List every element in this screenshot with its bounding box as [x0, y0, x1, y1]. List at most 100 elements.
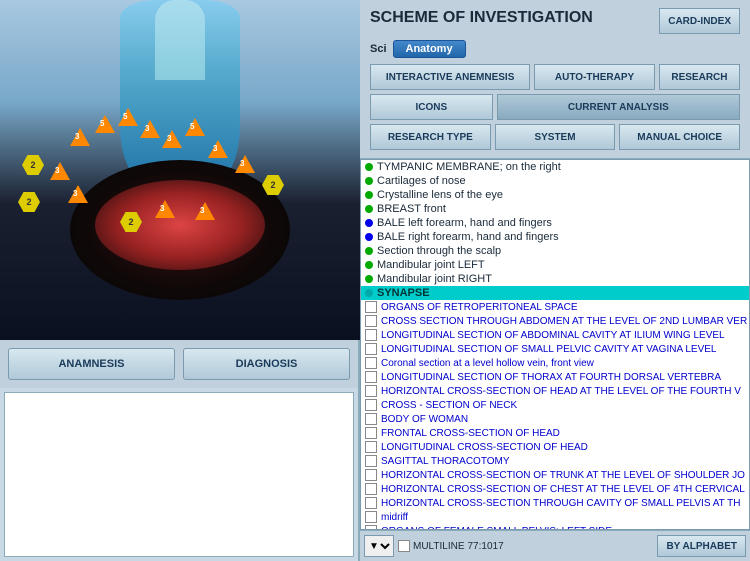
- items-list[interactable]: TYMPANIC MEMBRANE; on the right Cartilag…: [360, 159, 750, 530]
- marker-tri-1: 3: [70, 128, 90, 146]
- list-item[interactable]: Coronal section at a level hollow vein, …: [361, 356, 749, 370]
- alphabet-button[interactable]: BY ALPHABET: [657, 535, 746, 557]
- checkbox[interactable]: [365, 399, 377, 411]
- hex-badge: 2: [120, 212, 142, 232]
- dot-green-icon: [365, 261, 373, 269]
- marker-tri-11: 3: [155, 200, 175, 218]
- marker-tri-7: 3: [208, 140, 228, 158]
- anatomy-image: 2 2 3 5 5 3: [0, 0, 360, 340]
- multiline-label: MULTILINE 77:1017: [398, 540, 504, 552]
- checkbox[interactable]: [365, 301, 377, 313]
- dot-blue-icon: [365, 219, 373, 227]
- checkbox[interactable]: [365, 315, 377, 327]
- dot-blue-icon: [365, 233, 373, 241]
- list-item[interactable]: LONGITUDINAL SECTION OF SMALL PELVIC CAV…: [361, 342, 749, 356]
- list-item[interactable]: Mandibular joint LEFT: [361, 258, 749, 272]
- list-item[interactable]: HORIZONTAL CROSS-SECTION OF HEAD AT THE …: [361, 384, 749, 398]
- icons-button[interactable]: ICONS: [370, 94, 493, 120]
- card-index-button[interactable]: CARD-INDEX: [659, 8, 740, 34]
- list-item[interactable]: Section through the scalp: [361, 244, 749, 258]
- current-analysis-button[interactable]: CURRENT ANALYSIS: [497, 94, 740, 120]
- scheme-title: SCHEME OF INVESTIGATION: [370, 9, 593, 27]
- marker-tri-3: 5: [118, 108, 138, 126]
- checkbox[interactable]: [365, 469, 377, 481]
- search-label: Sci: [370, 43, 387, 55]
- list-item[interactable]: LONGITUDINAL SECTION OF ABDOMINAL CAVITY…: [361, 328, 749, 342]
- marker-hex-1: 2: [22, 155, 44, 175]
- marker-hex-4: 2: [120, 212, 142, 232]
- marker-hex-3: 2: [262, 175, 284, 195]
- anamnesis-button[interactable]: ANAMNESIS: [8, 348, 175, 380]
- list-item[interactable]: Cartilages of nose: [361, 174, 749, 188]
- list-item[interactable]: ORGANS OF RETROPERITONEAL SPACE: [361, 300, 749, 314]
- checkbox[interactable]: [365, 511, 377, 523]
- list-item[interactable]: TYMPANIC MEMBRANE; on the right: [361, 160, 749, 174]
- anatomy-button[interactable]: Anatomy: [393, 40, 466, 58]
- marker-tri-6: 5: [185, 118, 205, 136]
- research-button[interactable]: RESEARCH: [659, 64, 740, 90]
- manual-choice-button[interactable]: MANUAL CHOICE: [619, 124, 740, 150]
- list-item-synapse[interactable]: SYNAPSE: [361, 286, 749, 300]
- btn-row-1: INTERACTIVE ANEMNESIS AUTO-THERAPY RESEA…: [370, 64, 740, 90]
- auto-therapy-button[interactable]: AUTO-THERAPY: [534, 64, 655, 90]
- dot-green-icon: [365, 177, 373, 185]
- checkbox[interactable]: [365, 329, 377, 341]
- right-header: SCHEME OF INVESTIGATION CARD-INDEX Sci A…: [360, 0, 750, 159]
- checkbox[interactable]: [365, 413, 377, 425]
- marker-tri-10: 3: [68, 185, 88, 203]
- marker-tri-5: 3: [162, 130, 182, 148]
- list-item[interactable]: HORIZONTAL CROSS-SECTION OF CHEST AT THE…: [361, 482, 749, 496]
- page-select[interactable]: ▼: [364, 535, 394, 557]
- list-item[interactable]: HORIZONTAL CROSS-SECTION OF TRUNK AT THE…: [361, 468, 749, 482]
- list-item[interactable]: CROSS SECTION THROUGH ABDOMEN AT THE LEV…: [361, 314, 749, 328]
- btn-row-2: ICONS CURRENT ANALYSIS: [370, 94, 740, 120]
- interactive-anemnesis-button[interactable]: INTERACTIVE ANEMNESIS: [370, 64, 530, 90]
- marker-tri-12: 3: [195, 202, 215, 220]
- checkbox[interactable]: [365, 343, 377, 355]
- dot-cyan-icon: [365, 289, 373, 297]
- system-button[interactable]: SYSTEM: [495, 124, 616, 150]
- hex-badge: 2: [262, 175, 284, 195]
- list-item[interactable]: BODY OF WOMAN: [361, 412, 749, 426]
- checkbox[interactable]: [365, 371, 377, 383]
- checkbox[interactable]: [365, 483, 377, 495]
- research-type-button[interactable]: RESEARCH TYPE: [370, 124, 491, 150]
- checkbox[interactable]: [365, 385, 377, 397]
- checkbox[interactable]: [365, 441, 377, 453]
- count-text: 77:1017: [468, 541, 504, 552]
- btn-row-3: RESEARCH TYPE SYSTEM MANUAL CHOICE: [370, 124, 740, 150]
- marker-tri-2: 5: [95, 115, 115, 133]
- list-item[interactable]: BALE left forearm, hand and fingers: [361, 216, 749, 230]
- list-item[interactable]: BALE right forearm, hand and fingers: [361, 230, 749, 244]
- bottom-bar: ▼ MULTILINE 77:1017 BY ALPHABET: [360, 530, 750, 561]
- multiline-checkbox[interactable]: [398, 540, 410, 552]
- dot-green-icon: [365, 205, 373, 213]
- dot-green-icon: [365, 247, 373, 255]
- list-item[interactable]: LONGITUDINAL SECTION OF THORAX AT FOURTH…: [361, 370, 749, 384]
- marker-tri-9: 3: [50, 162, 70, 180]
- dot-green-icon: [365, 163, 373, 171]
- list-item[interactable]: FRONTAL CROSS-SECTION OF HEAD: [361, 426, 749, 440]
- marker-hex-2: 2: [18, 192, 40, 212]
- checkbox[interactable]: [365, 357, 377, 369]
- hex-badge: 2: [22, 155, 44, 175]
- list-item[interactable]: BREAST front: [361, 202, 749, 216]
- list-item[interactable]: HORIZONTAL CROSS-SECTION THROUGH CAVITY …: [361, 496, 749, 510]
- multiline-text: MULTILINE: [413, 541, 465, 552]
- marker-tri-8: 3: [235, 155, 255, 173]
- hex-badge: 2: [18, 192, 40, 212]
- list-item[interactable]: Mandibular joint RIGHT: [361, 272, 749, 286]
- checkbox[interactable]: [365, 427, 377, 439]
- checkbox[interactable]: [365, 455, 377, 467]
- list-item[interactable]: LONGITUDINAL CROSS-SECTION OF HEAD: [361, 440, 749, 454]
- right-panel: SCHEME OF INVESTIGATION CARD-INDEX Sci A…: [360, 0, 750, 561]
- search-row: Sci Anatomy: [370, 40, 740, 58]
- diagnosis-button[interactable]: DIAGNOSIS: [183, 348, 350, 380]
- list-item[interactable]: Crystalline lens of the eye: [361, 188, 749, 202]
- list-item[interactable]: SAGITTAL THORACOTOMY: [361, 454, 749, 468]
- checkbox[interactable]: [365, 497, 377, 509]
- text-area: [4, 392, 354, 557]
- left-panel: 2 2 3 5 5 3: [0, 0, 360, 561]
- list-item[interactable]: CROSS - SECTION OF NECK: [361, 398, 749, 412]
- list-item[interactable]: midriff: [361, 510, 749, 524]
